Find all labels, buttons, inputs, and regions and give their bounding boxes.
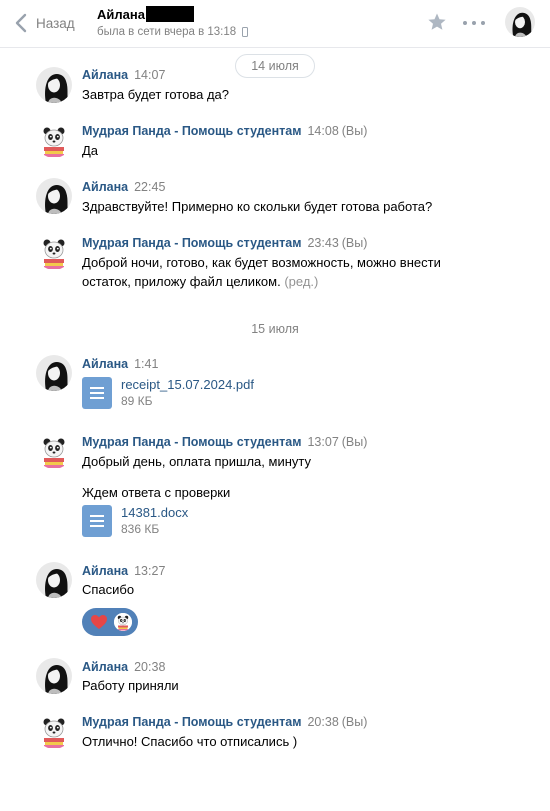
- avatar[interactable]: [36, 355, 72, 391]
- more-dots-icon[interactable]: [463, 13, 485, 33]
- avatar[interactable]: [36, 658, 72, 694]
- message-time[interactable]: 20:38: [134, 660, 165, 674]
- peer-status-text: была в сети вчера в 13:18: [97, 26, 237, 38]
- message-text: Доброй ночи, готово, как будет возможнос…: [82, 253, 482, 291]
- document-size: 836 КБ: [121, 522, 160, 536]
- author-name[interactable]: Мудрая Панда - Помощь студентам: [82, 124, 301, 138]
- message-header: Айлана 22:45: [82, 180, 165, 194]
- avatar[interactable]: [36, 562, 72, 598]
- edited-marker[interactable]: (ред.): [284, 274, 318, 289]
- author-name[interactable]: Мудрая Панда - Помощь студентам: [82, 236, 301, 250]
- message-header: Мудрая Панда - Помощь студентам 20:38 (Вы): [82, 715, 367, 729]
- back-button[interactable]: Назад: [12, 12, 75, 34]
- message-text: Работу приняли: [82, 678, 179, 693]
- message-text-line2: остаток, приложу файл целиком.: [82, 274, 281, 289]
- document-info: receipt_15.07.2024.pdf 89 КБ: [121, 377, 254, 409]
- author-name[interactable]: Айлана: [82, 357, 128, 371]
- message-header: Айлана 14:07: [82, 68, 165, 82]
- message-header: Айлана 1:41: [82, 357, 158, 371]
- star-icon[interactable]: [427, 12, 447, 32]
- message-time[interactable]: 13:27: [134, 564, 165, 578]
- reactions-button[interactable]: [82, 608, 138, 636]
- author-name[interactable]: Мудрая Панда - Помощь студентам: [82, 435, 301, 449]
- author-name[interactable]: Айлана: [82, 180, 128, 194]
- message-time[interactable]: 14:07: [134, 68, 165, 82]
- chat-header: Назад Айлана была в сети вчера в 13:18: [0, 0, 550, 48]
- date-separator: 15 июля: [251, 322, 299, 336]
- document-icon: [82, 377, 112, 409]
- document-name[interactable]: receipt_15.07.2024.pdf: [121, 377, 254, 393]
- heart-icon: [91, 615, 107, 629]
- message-text: Добрый день, оплата пришла, минуту: [82, 454, 311, 469]
- peer-avatar[interactable]: [505, 7, 535, 37]
- message-text: Да: [82, 143, 99, 158]
- document-attachment[interactable]: 14381.docx 836 КБ: [82, 505, 188, 537]
- avatar[interactable]: [36, 178, 72, 214]
- peer-status: была в сети вчера в 13:18: [97, 26, 249, 38]
- message-text-line: Доброй ночи, готово, как будет возможнос…: [82, 255, 441, 270]
- message-text: Спасибо: [82, 582, 135, 597]
- author-name[interactable]: Мудрая Панда - Помощь студентам: [82, 715, 301, 729]
- message-time[interactable]: 20:38: [307, 715, 338, 729]
- message-header: Айлана 13:27: [82, 564, 165, 578]
- message-header: Мудрая Панда - Помощь студентам 13:07 (Вы): [82, 435, 367, 449]
- author-name[interactable]: Айлана: [82, 68, 128, 82]
- message-time[interactable]: 14:08: [307, 124, 338, 138]
- message-text: Ждем ответа с проверки: [82, 485, 231, 500]
- message-text-line: остаток, приложу файл целиком. (ред.): [82, 272, 482, 291]
- message-header: Айлана 20:38: [82, 660, 165, 674]
- you-marker: (Вы): [341, 236, 368, 250]
- author-name[interactable]: Айлана: [82, 564, 128, 578]
- avatar[interactable]: [36, 713, 72, 749]
- back-label: Назад: [36, 15, 75, 31]
- message-time[interactable]: 1:41: [134, 357, 158, 371]
- redacted-surname: [145, 6, 194, 22]
- document-attachment[interactable]: receipt_15.07.2024.pdf 89 КБ: [82, 377, 254, 409]
- message-text: Отлично! Спасибо что отписались ): [82, 734, 298, 749]
- document-size: 89 КБ: [121, 394, 153, 408]
- mobile-phone-icon: [242, 27, 249, 37]
- reaction-avatar: [114, 613, 132, 631]
- message-header: Мудрая Панда - Помощь студентам 23:43 (Вы): [82, 236, 367, 250]
- message-text: Завтра будет готова да?: [82, 87, 229, 102]
- message-time[interactable]: 22:45: [134, 180, 165, 194]
- document-name[interactable]: 14381.docx: [121, 505, 188, 521]
- document-info: 14381.docx 836 КБ: [121, 505, 188, 537]
- message-time[interactable]: 13:07: [307, 435, 338, 449]
- you-marker: (Вы): [341, 124, 368, 138]
- message-time[interactable]: 23:43: [307, 236, 338, 250]
- date-separator: 14 июля: [235, 54, 315, 78]
- document-icon: [82, 505, 112, 537]
- chevron-left-icon: [15, 13, 27, 33]
- peer-name[interactable]: Айлана: [97, 7, 145, 22]
- peer-name-row[interactable]: Айлана: [97, 6, 194, 22]
- message-text: Здравствуйте! Примерно ко скольки будет …: [82, 199, 433, 214]
- avatar[interactable]: [36, 67, 72, 103]
- message-header: Мудрая Панда - Помощь студентам 14:08 (Вы): [82, 124, 367, 138]
- avatar[interactable]: [36, 122, 72, 158]
- you-marker: (Вы): [341, 435, 368, 449]
- avatar[interactable]: [36, 433, 72, 469]
- avatar[interactable]: [36, 234, 72, 270]
- author-name[interactable]: Айлана: [82, 660, 128, 674]
- you-marker: (Вы): [341, 715, 368, 729]
